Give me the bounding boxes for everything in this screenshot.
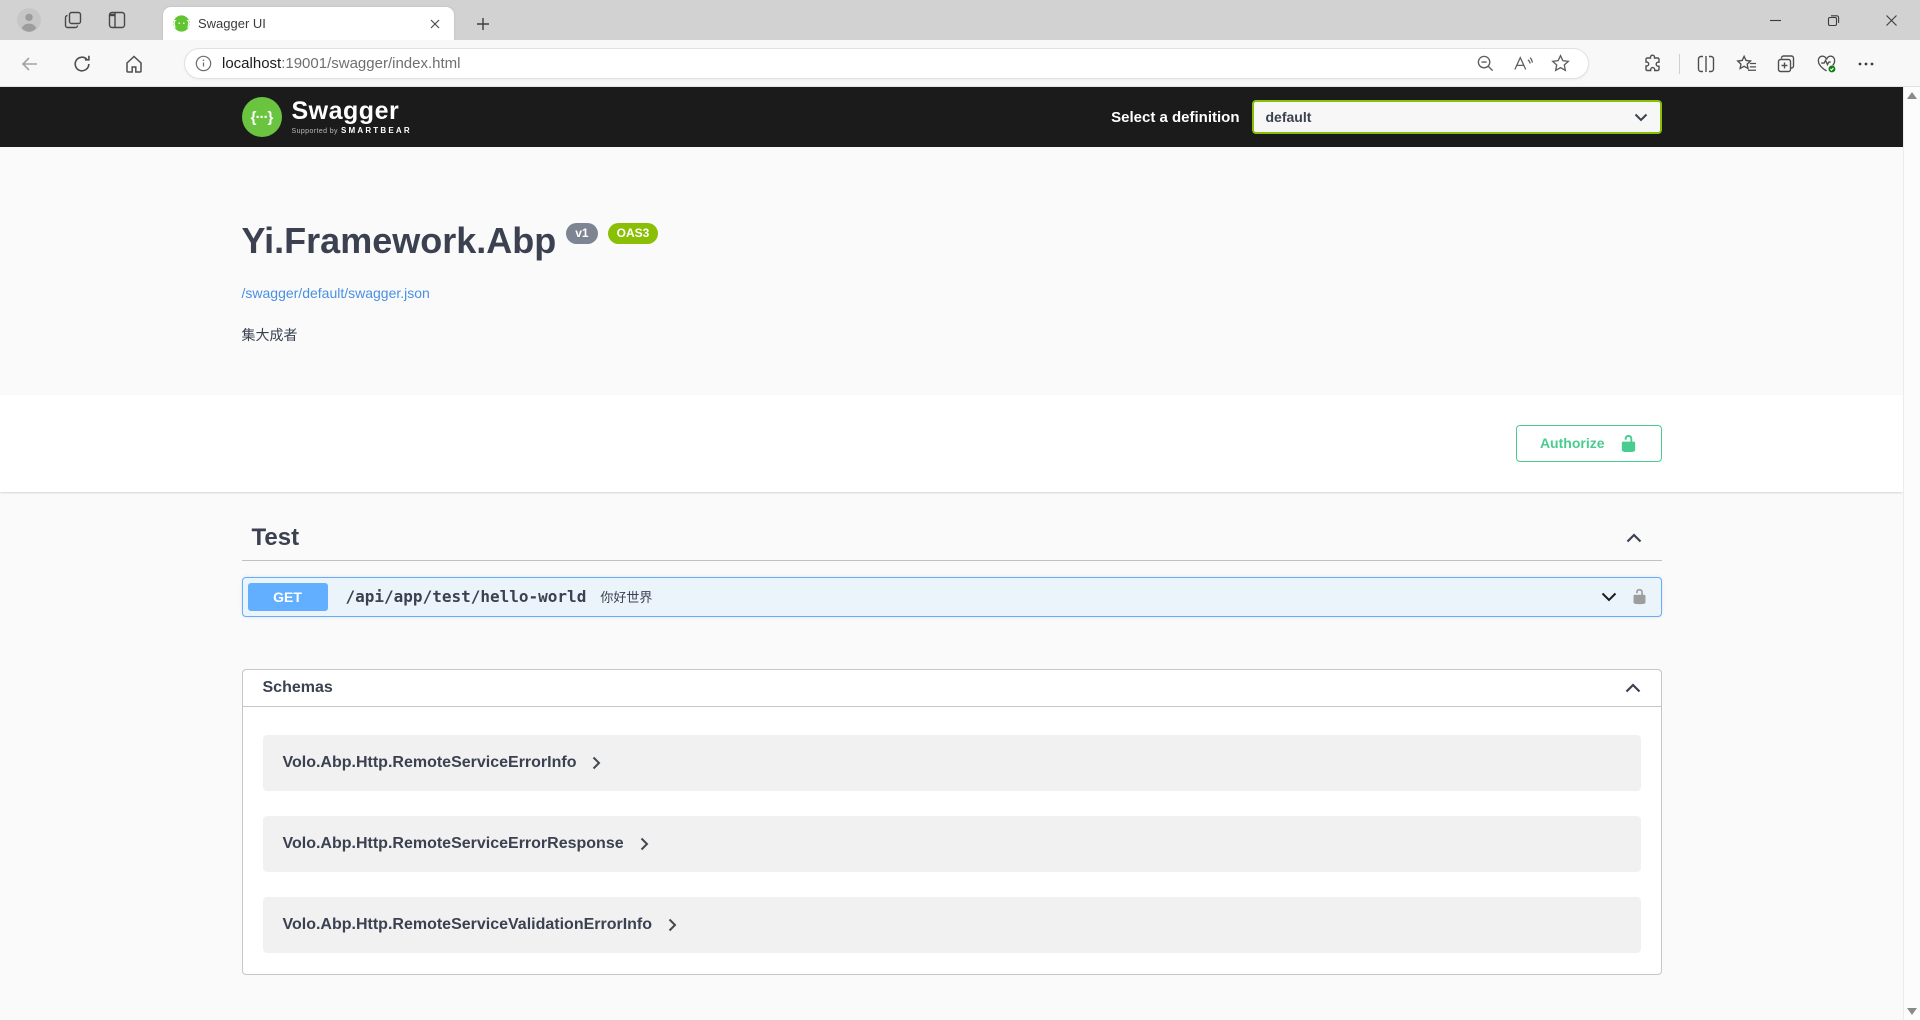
avatar-icon bbox=[16, 7, 42, 33]
swagger-page: {···} Swagger Supported bySMARTBEAR Sele… bbox=[0, 87, 1903, 1020]
split-screen-icon bbox=[1696, 54, 1716, 74]
refresh-icon bbox=[72, 54, 92, 74]
close-icon bbox=[430, 19, 440, 29]
spec-url: /swagger/default/swagger.json bbox=[242, 285, 1662, 301]
chevron-right-icon bbox=[592, 756, 601, 770]
home-icon bbox=[124, 54, 144, 74]
plus-icon bbox=[476, 17, 490, 31]
chevron-down-icon[interactable] bbox=[1601, 592, 1617, 602]
oas3-badge: OAS3 bbox=[608, 223, 659, 244]
operation-path: /api/app/test/hello-world bbox=[346, 587, 587, 606]
authorize-button[interactable]: Authorize bbox=[1516, 425, 1662, 462]
scheme-container: Authorize bbox=[0, 395, 1903, 492]
api-title: Yi.Framework.Abp v1 OAS3 bbox=[242, 221, 1662, 261]
svg-text:{··}: {··} bbox=[173, 19, 190, 28]
close-window-button[interactable] bbox=[1862, 0, 1920, 40]
unlocked-padlock-icon[interactable] bbox=[1631, 588, 1648, 605]
definition-select-label: Select a definition bbox=[1111, 109, 1239, 126]
schema-name: Volo.Abp.Http.RemoteServiceErrorResponse bbox=[283, 835, 624, 853]
schemas-title: Schemas bbox=[263, 679, 333, 697]
tab-title: Swagger UI bbox=[198, 16, 426, 31]
chevron-up-icon[interactable] bbox=[1625, 683, 1641, 693]
chevron-down-icon bbox=[1634, 113, 1648, 122]
browser-essentials-button[interactable] bbox=[1812, 50, 1840, 78]
close-icon bbox=[1885, 14, 1898, 27]
version-badge: v1 bbox=[566, 223, 597, 244]
schemas-section: Schemas Volo.Abp.Http.RemoteServiceError… bbox=[242, 669, 1662, 975]
more-dots-icon bbox=[1857, 55, 1875, 73]
tab-close-button[interactable] bbox=[426, 15, 444, 33]
url-path: :19001/swagger/index.html bbox=[281, 55, 460, 72]
operation-row[interactable]: GET /api/app/test/hello-world 你好世界 bbox=[242, 577, 1662, 617]
operation-summary: 你好世界 bbox=[600, 587, 652, 606]
workspaces-icon bbox=[63, 10, 83, 30]
api-description: 集大成者 bbox=[242, 325, 1662, 345]
browser-window: {··} Swagger UI bbox=[0, 0, 1920, 1020]
tag-section-header[interactable]: Test bbox=[242, 516, 1662, 561]
scrollbar[interactable] bbox=[1903, 87, 1920, 1020]
schema-row[interactable]: Volo.Abp.Http.RemoteServiceErrorInfo bbox=[263, 735, 1641, 791]
collections-icon bbox=[1776, 54, 1796, 74]
schemas-header[interactable]: Schemas bbox=[243, 670, 1661, 707]
browser-tab[interactable]: {··} Swagger UI bbox=[163, 7, 454, 40]
address-bar[interactable]: localhost:19001/swagger/index.html bbox=[184, 48, 1589, 79]
api-info-section: Yi.Framework.Abp v1 OAS3 /swagger/defaul… bbox=[0, 147, 1903, 395]
read-aloud-icon[interactable] bbox=[1513, 54, 1533, 74]
unlocked-padlock-icon bbox=[1619, 434, 1638, 453]
browser-essentials-icon bbox=[1816, 54, 1837, 74]
chevron-right-icon bbox=[668, 918, 677, 932]
swagger-logo-subtext: Supported bySMARTBEAR bbox=[292, 127, 412, 135]
back-icon bbox=[20, 54, 40, 74]
restore-icon bbox=[1827, 14, 1840, 27]
page-bottom-space bbox=[242, 975, 1662, 1020]
split-screen-button[interactable] bbox=[1692, 50, 1720, 78]
swagger-topbar: {···} Swagger Supported bySMARTBEAR Sele… bbox=[0, 87, 1903, 147]
tab-actions-button[interactable] bbox=[58, 5, 88, 35]
new-tab-button[interactable] bbox=[468, 9, 498, 39]
schema-name: Volo.Abp.Http.RemoteServiceErrorInfo bbox=[283, 754, 577, 772]
chevron-up-icon[interactable] bbox=[1626, 533, 1642, 543]
settings-menu-button[interactable] bbox=[1852, 50, 1880, 78]
extensions-button[interactable] bbox=[1639, 50, 1667, 78]
scroll-down-arrow[interactable] bbox=[1907, 1008, 1917, 1015]
swagger-logo[interactable]: {···} Swagger Supported bySMARTBEAR bbox=[242, 97, 412, 137]
scroll-up-arrow[interactable] bbox=[1907, 92, 1917, 99]
toolbar-divider bbox=[1679, 54, 1680, 74]
profile-avatar[interactable] bbox=[14, 5, 44, 35]
url-text[interactable]: localhost:19001/swagger/index.html bbox=[222, 55, 1476, 72]
swagger-favicon: {··} bbox=[173, 15, 190, 32]
browser-toolbar: localhost:19001/swagger/index.html bbox=[0, 40, 1920, 87]
back-button[interactable] bbox=[14, 48, 46, 80]
definition-selected-value: default bbox=[1266, 109, 1312, 125]
definition-select[interactable]: default bbox=[1252, 100, 1662, 134]
minimize-icon bbox=[1769, 14, 1782, 27]
swagger-logo-text: Swagger bbox=[292, 99, 412, 124]
collections-button[interactable] bbox=[1772, 50, 1800, 78]
vertical-tabs-icon bbox=[107, 10, 127, 30]
spec-url-link[interactable]: /swagger/default/swagger.json bbox=[242, 285, 430, 301]
tag-title: Test bbox=[252, 524, 300, 552]
minimize-button[interactable] bbox=[1746, 0, 1804, 40]
zoom-out-icon[interactable] bbox=[1476, 54, 1495, 73]
favorites-bar-icon bbox=[1736, 54, 1757, 74]
site-info-icon[interactable] bbox=[195, 55, 212, 72]
favorite-star-icon[interactable] bbox=[1551, 54, 1570, 73]
chevron-right-icon bbox=[640, 837, 649, 851]
schema-row[interactable]: Volo.Abp.Http.RemoteServiceValidationErr… bbox=[263, 897, 1641, 953]
schema-row[interactable]: Volo.Abp.Http.RemoteServiceErrorResponse bbox=[263, 816, 1641, 872]
refresh-button[interactable] bbox=[66, 48, 98, 80]
extensions-icon bbox=[1643, 54, 1663, 74]
restore-button[interactable] bbox=[1804, 0, 1862, 40]
home-button[interactable] bbox=[118, 48, 150, 80]
url-host: localhost bbox=[222, 55, 281, 72]
vertical-tabs-button[interactable] bbox=[102, 5, 132, 35]
tab-strip: {··} Swagger UI bbox=[0, 0, 1920, 40]
schema-name: Volo.Abp.Http.RemoteServiceValidationErr… bbox=[283, 916, 653, 934]
http-method-badge: GET bbox=[248, 583, 328, 611]
favorites-button[interactable] bbox=[1732, 50, 1760, 78]
swagger-logo-icon: {···} bbox=[242, 97, 282, 137]
authorize-label: Authorize bbox=[1540, 435, 1605, 451]
